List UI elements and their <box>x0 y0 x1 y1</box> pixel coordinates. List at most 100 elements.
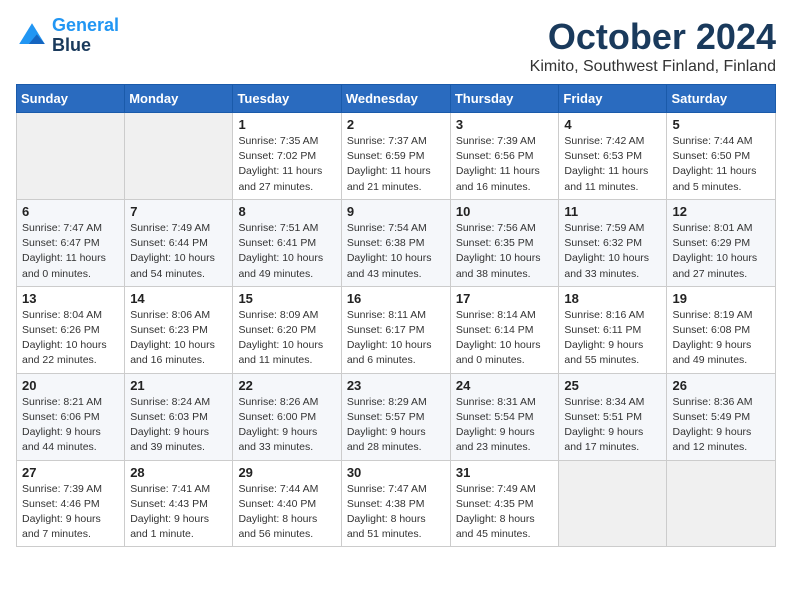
calendar-cell: 18 Sunrise: 8:16 AM Sunset: 6:11 PM Dayli… <box>559 286 667 373</box>
calendar-cell: 22Sunrise: 8:26 AM Sunset: 6:00 PM Dayli… <box>233 373 341 460</box>
calendar-cell: 24Sunrise: 8:31 AM Sunset: 5:54 PM Dayli… <box>450 373 559 460</box>
day-info: Sunrise: 7:49 AM Sunset: 4:35 PM Dayligh… <box>456 482 554 543</box>
calendar-cell: 1 Sunrise: 7:35 AM Sunset: 7:02 PM Daylig… <box>233 113 341 200</box>
calendar-cell: 21 Sunrise: 8:24 AM Sunset: 6:03 PM Dayli… <box>125 373 233 460</box>
calendar-cell: 4 Sunrise: 7:42 AM Sunset: 6:53 PM Daylig… <box>559 113 667 200</box>
calendar-week-2: 6Sunrise: 7:47 AM Sunset: 6:47 PM Daylig… <box>17 199 776 286</box>
day-info: Sunrise: 7:54 AM Sunset: 6:38 PM Dayligh… <box>347 221 445 282</box>
day-info: Sunrise: 7:44 AM Sunset: 4:40 PM Dayligh… <box>238 482 335 543</box>
calendar-cell: 14Sunrise: 8:06 AM Sunset: 6:23 PM Dayli… <box>125 286 233 373</box>
calendar-cell: 11 Sunrise: 7:59 AM Sunset: 6:32 PM Dayli… <box>559 199 667 286</box>
calendar-cell <box>559 460 667 547</box>
calendar-cell: 2 Sunrise: 7:37 AM Sunset: 6:59 PM Daylig… <box>341 113 450 200</box>
logo-text: General Blue <box>52 16 119 56</box>
day-info: Sunrise: 8:09 AM Sunset: 6:20 PM Dayligh… <box>238 308 335 369</box>
calendar-cell <box>667 460 776 547</box>
day-number: 29 <box>238 465 335 480</box>
day-number: 23 <box>347 378 445 393</box>
day-number: 27 <box>22 465 119 480</box>
calendar-cell: 13Sunrise: 8:04 AM Sunset: 6:26 PM Dayli… <box>17 286 125 373</box>
day-info: Sunrise: 7:59 AM Sunset: 6:32 PM Dayligh… <box>564 221 661 282</box>
day-info: Sunrise: 8:19 AM Sunset: 6:08 PM Dayligh… <box>672 308 770 369</box>
day-info: Sunrise: 7:49 AM Sunset: 6:44 PM Dayligh… <box>130 221 227 282</box>
weekday-header-thursday: Thursday <box>450 85 559 113</box>
weekday-header-tuesday: Tuesday <box>233 85 341 113</box>
day-info: Sunrise: 7:39 AM Sunset: 6:56 PM Dayligh… <box>456 134 554 195</box>
day-number: 9 <box>347 204 445 219</box>
title-block: October 2024 Kimito, Southwest Finland, … <box>530 16 776 76</box>
calendar-cell: 10 Sunrise: 7:56 AM Sunset: 6:35 PM Dayli… <box>450 199 559 286</box>
day-info: Sunrise: 7:41 AM Sunset: 4:43 PM Dayligh… <box>130 482 227 543</box>
logo-icon <box>16 20 48 52</box>
calendar-cell: 5 Sunrise: 7:44 AM Sunset: 6:50 PM Daylig… <box>667 113 776 200</box>
logo: General Blue <box>16 16 119 56</box>
day-number: 26 <box>672 378 770 393</box>
day-number: 12 <box>672 204 770 219</box>
calendar-cell: 9 Sunrise: 7:54 AM Sunset: 6:38 PM Daylig… <box>341 199 450 286</box>
calendar-week-3: 13Sunrise: 8:04 AM Sunset: 6:26 PM Dayli… <box>17 286 776 373</box>
day-info: Sunrise: 8:04 AM Sunset: 6:26 PM Dayligh… <box>22 308 119 369</box>
day-number: 18 <box>564 291 661 306</box>
day-number: 6 <box>22 204 119 219</box>
calendar-cell: 16 Sunrise: 8:11 AM Sunset: 6:17 PM Dayli… <box>341 286 450 373</box>
day-info: Sunrise: 8:24 AM Sunset: 6:03 PM Dayligh… <box>130 395 227 456</box>
weekday-header-sunday: Sunday <box>17 85 125 113</box>
calendar-week-1: 1 Sunrise: 7:35 AM Sunset: 7:02 PM Daylig… <box>17 113 776 200</box>
day-number: 1 <box>238 117 335 132</box>
calendar-cell: 29 Sunrise: 7:44 AM Sunset: 4:40 PM Dayli… <box>233 460 341 547</box>
day-number: 17 <box>456 291 554 306</box>
day-info: Sunrise: 7:44 AM Sunset: 6:50 PM Dayligh… <box>672 134 770 195</box>
calendar-cell: 20 Sunrise: 8:21 AM Sunset: 6:06 PM Dayli… <box>17 373 125 460</box>
month-title: October 2024 <box>530 16 776 58</box>
day-number: 30 <box>347 465 445 480</box>
day-info: Sunrise: 7:56 AM Sunset: 6:35 PM Dayligh… <box>456 221 554 282</box>
day-number: 7 <box>130 204 227 219</box>
day-number: 31 <box>456 465 554 480</box>
day-number: 8 <box>238 204 335 219</box>
calendar-table: SundayMondayTuesdayWednesdayThursdayFrid… <box>16 84 776 547</box>
calendar-cell: 8 Sunrise: 7:51 AM Sunset: 6:41 PM Daylig… <box>233 199 341 286</box>
calendar-cell: 27 Sunrise: 7:39 AM Sunset: 4:46 PM Dayli… <box>17 460 125 547</box>
day-info: Sunrise: 8:34 AM Sunset: 5:51 PM Dayligh… <box>564 395 661 456</box>
calendar-week-5: 27 Sunrise: 7:39 AM Sunset: 4:46 PM Dayli… <box>17 460 776 547</box>
day-info: Sunrise: 8:26 AM Sunset: 6:00 PM Dayligh… <box>238 395 335 456</box>
day-info: Sunrise: 8:36 AM Sunset: 5:49 PM Dayligh… <box>672 395 770 456</box>
day-info: Sunrise: 7:42 AM Sunset: 6:53 PM Dayligh… <box>564 134 661 195</box>
day-info: Sunrise: 7:47 AM Sunset: 4:38 PM Dayligh… <box>347 482 445 543</box>
calendar-cell: 31 Sunrise: 7:49 AM Sunset: 4:35 PM Dayli… <box>450 460 559 547</box>
day-number: 11 <box>564 204 661 219</box>
calendar-cell: 25 Sunrise: 8:34 AM Sunset: 5:51 PM Dayli… <box>559 373 667 460</box>
calendar-cell: 3 Sunrise: 7:39 AM Sunset: 6:56 PM Daylig… <box>450 113 559 200</box>
day-info: Sunrise: 8:06 AM Sunset: 6:23 PM Dayligh… <box>130 308 227 369</box>
weekday-header-wednesday: Wednesday <box>341 85 450 113</box>
day-number: 21 <box>130 378 227 393</box>
day-info: Sunrise: 8:31 AM Sunset: 5:54 PM Dayligh… <box>456 395 554 456</box>
day-number: 16 <box>347 291 445 306</box>
calendar-cell: 12 Sunrise: 8:01 AM Sunset: 6:29 PM Dayli… <box>667 199 776 286</box>
day-number: 25 <box>564 378 661 393</box>
day-info: Sunrise: 7:35 AM Sunset: 7:02 PM Dayligh… <box>238 134 335 195</box>
calendar-cell: 23Sunrise: 8:29 AM Sunset: 5:57 PM Dayli… <box>341 373 450 460</box>
day-number: 20 <box>22 378 119 393</box>
day-info: Sunrise: 7:39 AM Sunset: 4:46 PM Dayligh… <box>22 482 119 543</box>
day-info: Sunrise: 7:51 AM Sunset: 6:41 PM Dayligh… <box>238 221 335 282</box>
day-info: Sunrise: 7:37 AM Sunset: 6:59 PM Dayligh… <box>347 134 445 195</box>
calendar-cell: 19Sunrise: 8:19 AM Sunset: 6:08 PM Dayli… <box>667 286 776 373</box>
location: Kimito, Southwest Finland, Finland <box>530 58 776 76</box>
day-info: Sunrise: 8:11 AM Sunset: 6:17 PM Dayligh… <box>347 308 445 369</box>
day-number: 4 <box>564 117 661 132</box>
day-number: 3 <box>456 117 554 132</box>
calendar-cell: 17 Sunrise: 8:14 AM Sunset: 6:14 PM Dayli… <box>450 286 559 373</box>
weekday-header-row: SundayMondayTuesdayWednesdayThursdayFrid… <box>17 85 776 113</box>
calendar-cell: 15Sunrise: 8:09 AM Sunset: 6:20 PM Dayli… <box>233 286 341 373</box>
page-header: General Blue October 2024 Kimito, Southw… <box>16 16 776 76</box>
day-info: Sunrise: 8:21 AM Sunset: 6:06 PM Dayligh… <box>22 395 119 456</box>
day-number: 10 <box>456 204 554 219</box>
day-info: Sunrise: 8:16 AM Sunset: 6:11 PM Dayligh… <box>564 308 661 369</box>
calendar-week-4: 20 Sunrise: 8:21 AM Sunset: 6:06 PM Dayli… <box>17 373 776 460</box>
day-info: Sunrise: 8:14 AM Sunset: 6:14 PM Dayligh… <box>456 308 554 369</box>
day-number: 5 <box>672 117 770 132</box>
day-number: 2 <box>347 117 445 132</box>
weekday-header-friday: Friday <box>559 85 667 113</box>
day-info: Sunrise: 8:01 AM Sunset: 6:29 PM Dayligh… <box>672 221 770 282</box>
